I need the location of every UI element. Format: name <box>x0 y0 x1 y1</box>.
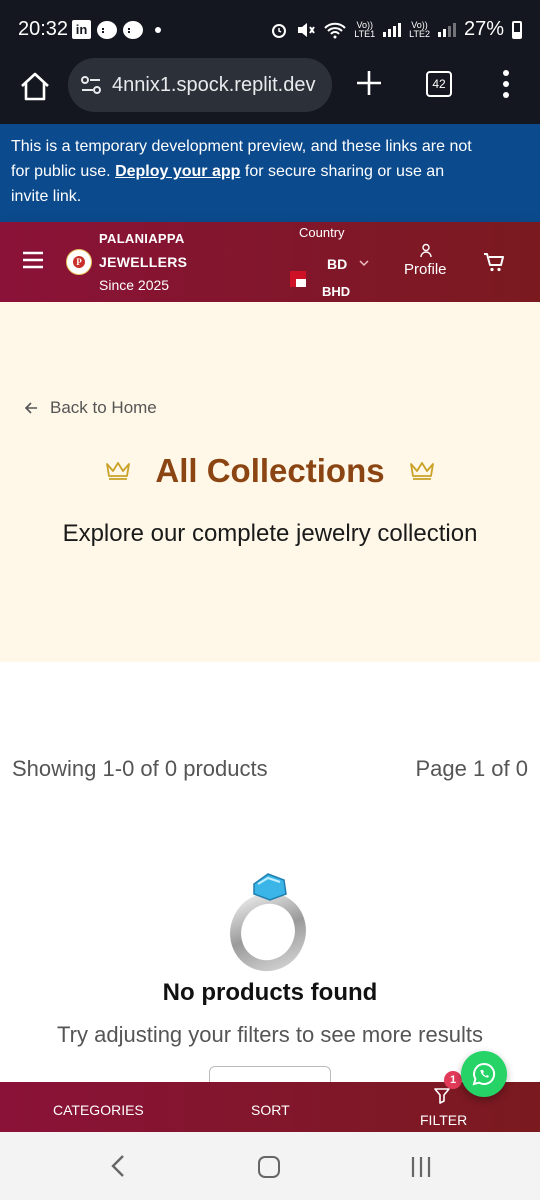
brand-logo[interactable]: P <box>66 249 92 275</box>
nav-recents-icon[interactable] <box>410 1156 432 1178</box>
filter-icon[interactable] <box>433 1086 451 1104</box>
empty-state-subtitle: Try adjusting your filters to see more r… <box>57 1022 483 1047</box>
notification-icons: in <box>72 20 161 39</box>
chevron-down-icon[interactable] <box>358 258 370 268</box>
status-time: 20:32 <box>18 18 69 40</box>
linkedin-icon: in <box>72 20 91 39</box>
cart-icon[interactable] <box>482 251 506 273</box>
back-to-home-link[interactable]: Back to Home <box>24 398 157 418</box>
page-title: All Collections <box>155 452 385 489</box>
more-menu-icon[interactable] <box>498 68 514 100</box>
logo-letter: P <box>73 256 85 268</box>
results-count: Showing 1-0 of 0 products <box>12 756 268 781</box>
brand-name-line1: PALANIAPPA <box>99 231 185 246</box>
crown-icon <box>409 462 434 480</box>
empty-state-title: No products found <box>162 979 378 1006</box>
site-header: P PALANIAPPA JEWELLERS Since 2025 Countr… <box>0 222 540 302</box>
site-settings-icon[interactable] <box>80 75 102 95</box>
arrow-left-icon <box>24 402 37 414</box>
signal-icon <box>383 22 402 37</box>
nav-home-icon[interactable] <box>258 1156 280 1178</box>
bottom-action-bar: CATEGORIES SORT 1 FILTER <box>0 1071 540 1132</box>
wifi-icon <box>324 22 346 38</box>
country-label: Country <box>299 225 345 240</box>
brand-name-line2: JEWELLERS <box>99 254 188 270</box>
back-label: Back to Home <box>50 398 157 417</box>
profile-link[interactable]: Profile <box>404 261 447 278</box>
whatsapp-button[interactable] <box>461 1051 507 1097</box>
system-status: Vo)) LTE1 Vo)) LTE2 27% <box>270 18 522 41</box>
new-tab-icon[interactable] <box>352 66 386 100</box>
lte2-indicator: Vo)) LTE2 <box>409 19 430 39</box>
lte1-indicator: Vo)) LTE1 <box>354 19 376 39</box>
signal-icon <box>437 22 456 37</box>
ring-icon <box>230 873 306 972</box>
crown-icon <box>106 462 131 480</box>
dot-icon <box>155 26 161 33</box>
chat-bubble-icon <box>123 20 143 39</box>
system-navigation-bar <box>0 1132 540 1200</box>
dev-preview-banner: This is a temporary development preview,… <box>0 124 540 222</box>
mute-icon <box>298 22 316 37</box>
status-bar: 20:32 in Vo)) LTE1 Vo)) LTE2 27% <box>0 0 540 58</box>
hamburger-menu-icon[interactable] <box>22 250 44 270</box>
url-bar[interactable]: 4nnix1.spock.replit.dev <box>68 58 332 112</box>
browser-toolbar: 4nnix1.spock.replit.dev 42 <box>0 58 540 124</box>
filter-count-badge: 1 <box>444 1071 462 1089</box>
collections-hero: Back to Home All Collections Explore our… <box>0 302 540 662</box>
filter-button[interactable]: FILTER <box>420 1112 467 1128</box>
deploy-link[interactable]: Deploy your app <box>115 163 240 180</box>
alarm-icon <box>272 23 287 38</box>
page-title-row: All Collections <box>0 452 540 490</box>
categories-button[interactable]: CATEGORIES <box>53 1102 144 1118</box>
chat-bubble-icon <box>97 20 117 39</box>
profile-icon[interactable] <box>419 243 433 259</box>
url-text: 4nnix1.spock.replit.dev <box>112 74 316 96</box>
page-indicator: Page 1 of 0 <box>415 756 528 781</box>
whatsapp-icon <box>472 1062 496 1086</box>
currency-code: BHD <box>322 284 351 299</box>
battery-percent: 27% <box>463 18 504 40</box>
brand-tagline: Since 2025 <box>99 277 170 293</box>
sort-button[interactable]: SORT <box>251 1102 290 1118</box>
bahrain-flag-icon[interactable] <box>290 271 306 287</box>
country-select[interactable]: BD <box>327 256 347 272</box>
home-icon[interactable] <box>18 70 52 104</box>
tab-switcher-button[interactable]: 42 <box>426 71 452 97</box>
battery-icon <box>512 20 522 39</box>
nav-back-icon[interactable] <box>108 1154 128 1178</box>
page-subtitle: Explore our complete jewelry collection <box>62 520 478 547</box>
